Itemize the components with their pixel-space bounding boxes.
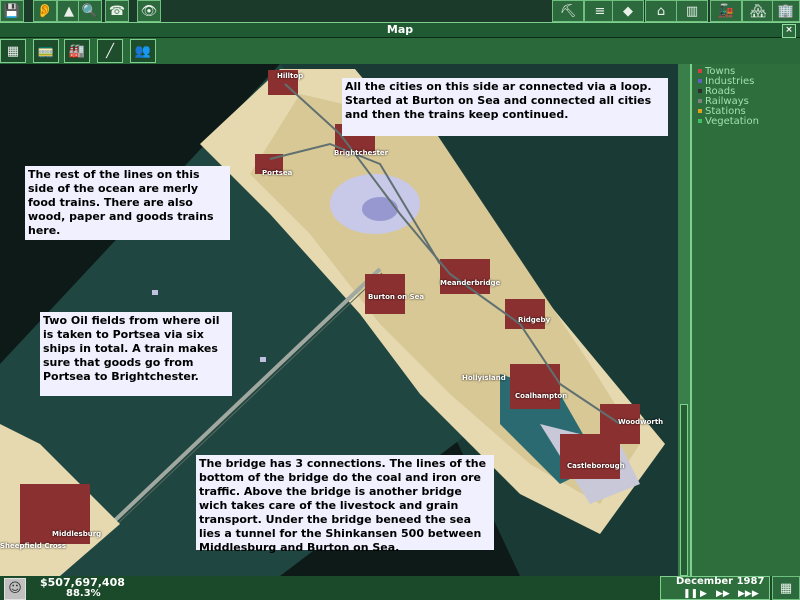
players-icon[interactable]: 👥 [130, 39, 156, 63]
ship [152, 290, 158, 295]
ship-2 [260, 357, 266, 362]
map-legend: Towns Industries Roads Railways Stations… [690, 64, 800, 576]
play-icon[interactable]: ▶ [700, 589, 707, 599]
fast-icon[interactable]: ▶▶ [716, 589, 730, 599]
town-coalhampton [510, 364, 560, 409]
industries-swatch-icon [698, 79, 702, 83]
industry-icon[interactable]: 🏭 [64, 39, 90, 63]
city-label-middlesburg: Middlesburg [52, 530, 102, 538]
note-bridge: The bridge has 3 connections. The lines … [196, 455, 494, 554]
city-label-coalhampton: Coalhampton [515, 392, 568, 400]
city-label-sheepfield: Sheepfield Cross [0, 542, 67, 550]
towns-swatch-icon [698, 69, 702, 73]
town-castleborough [560, 434, 620, 479]
legend-vegetation[interactable]: Vegetation [698, 117, 759, 127]
magnify-icon[interactable]: 🔍 [78, 0, 102, 22]
map-scroll-thumb[interactable] [680, 404, 688, 576]
note-loop: All the cities on this side ar connected… [342, 78, 668, 136]
city-label-woodworth: Woodworth [618, 418, 664, 426]
city-label-hollyisland: Hollyisland [462, 374, 506, 382]
city-label-ridgeby: Ridgeby [518, 316, 551, 324]
city-label-brightchester: Brightchester [334, 149, 389, 157]
bulldozer-icon[interactable]: ⛏ [552, 0, 584, 22]
eye-icon[interactable]: 👁 [137, 0, 161, 22]
window-title-bar[interactable]: Map × [0, 22, 800, 38]
main-toolbar: 💾 👂 ▲ 🔍 ☎ 👁 ⛏ ≡ ◆ ⌂ ▥ 🚂 🏘 🏢 [0, 0, 800, 22]
close-icon[interactable]: × [782, 24, 796, 38]
town-ridgeby [505, 299, 545, 329]
signal-icon[interactable]: ╱ [97, 39, 123, 63]
save-icon[interactable]: 💾 [0, 0, 24, 22]
railways-swatch-icon [698, 99, 702, 103]
roads-swatch-icon [698, 89, 702, 93]
map-toolbar: ▦ 🚃 🏭 ╱ 👥 [0, 38, 800, 64]
ear-icon[interactable]: 👂 [33, 0, 57, 22]
town-meanderbridge [440, 259, 490, 294]
city-label-portsea: Portsea [262, 169, 293, 177]
company-rating: 88.3% [66, 588, 101, 599]
note-oil: Two Oil fields from where oil is taken t… [40, 312, 232, 396]
office-icon[interactable]: 🏢 [772, 0, 800, 22]
city-label-burton: Burton on Sea [368, 293, 425, 301]
city-label-hilltop: Hilltop [277, 72, 304, 80]
city-label-meanderbridge: Meanderbridge [440, 279, 501, 287]
lake-core [362, 197, 398, 221]
town-icon[interactable]: 🏘 [742, 0, 774, 22]
depot-icon[interactable]: ▥ [676, 0, 708, 22]
note-food: The rest of the lines on this side of th… [25, 166, 230, 240]
very-fast-icon[interactable]: ▶▶▶ [738, 589, 759, 599]
message-icon[interactable]: ▦ [772, 576, 800, 600]
map-overview-icon[interactable]: ▦ [0, 39, 26, 63]
stations-swatch-icon [698, 109, 702, 113]
train-icon[interactable]: 🚂 [710, 0, 742, 22]
pause-icon[interactable]: ❚❚ [683, 589, 698, 599]
land-icon[interactable]: ◆ [612, 0, 644, 22]
city-label-castleborough: Castleborough [567, 462, 625, 470]
phone-icon[interactable]: ☎ [105, 0, 129, 22]
player-avatar-icon[interactable]: ☺ [4, 578, 26, 600]
vegetation-swatch-icon [698, 119, 702, 123]
window-title: Map [386, 23, 414, 36]
train-list-icon[interactable]: 🚃 [33, 39, 59, 63]
game-date: December 1987 [676, 576, 765, 587]
station-icon[interactable]: ⌂ [645, 0, 677, 22]
